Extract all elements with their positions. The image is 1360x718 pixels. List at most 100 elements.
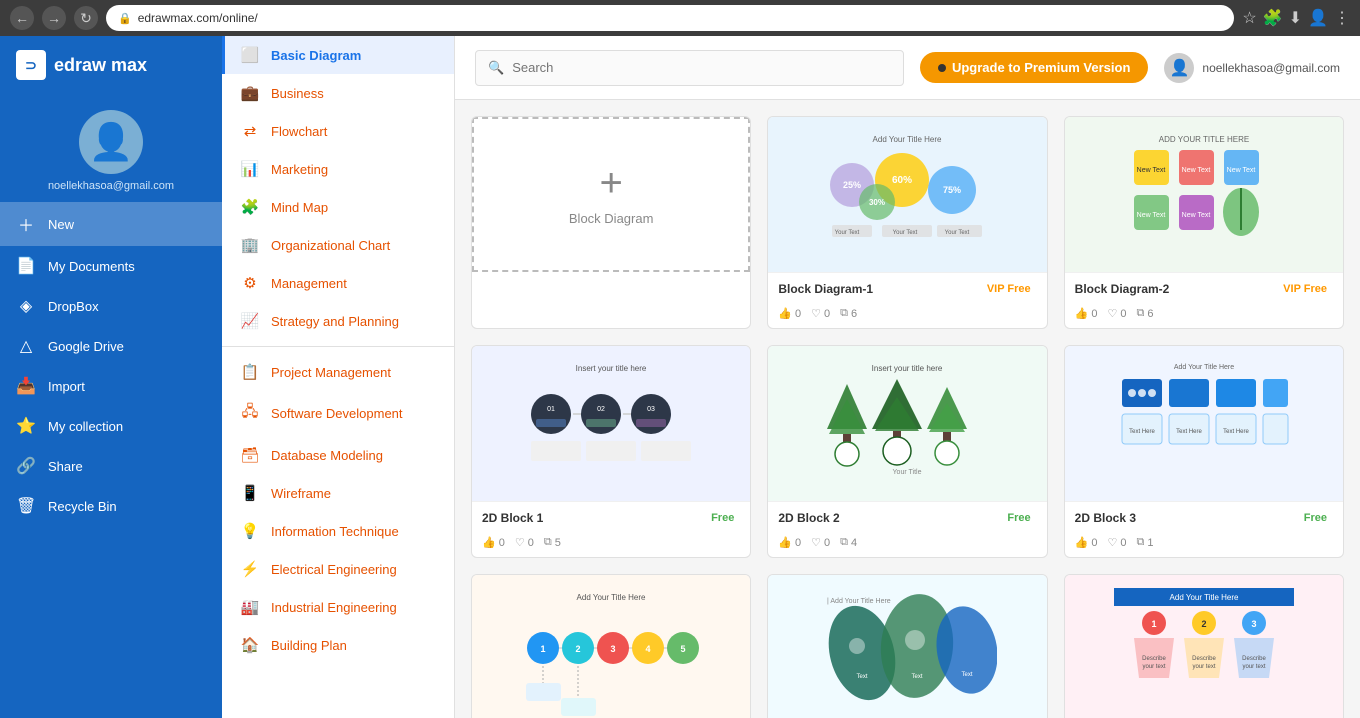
svg-text:30%: 30% bbox=[869, 198, 885, 207]
category-item-business[interactable]: 💼 Business bbox=[222, 74, 454, 112]
svg-text:Add Your Title Here: Add Your Title Here bbox=[577, 593, 646, 602]
sidebar-item-dropbox[interactable]: ◈ DropBox bbox=[0, 286, 222, 326]
svg-text:2: 2 bbox=[1201, 619, 1206, 629]
sidebar-collection-label: My collection bbox=[48, 419, 123, 434]
user-avatar-small: 👤 bbox=[1164, 53, 1194, 83]
svg-text:ADD YOUR TITLE HERE: ADD YOUR TITLE HERE bbox=[1159, 135, 1249, 144]
template-card-2dblock1[interactable]: Insert your title here 01 02 03 bbox=[471, 345, 751, 558]
new-diagram-label: Block Diagram bbox=[569, 211, 654, 226]
category-item-marketing[interactable]: 📊 Marketing bbox=[222, 150, 454, 188]
likes-2dblock1: 👍 0 bbox=[482, 536, 505, 549]
template-card-2dblock5[interactable]: | Add Your Title Here Text Text Text bbox=[767, 574, 1047, 718]
category-item-database[interactable]: 🗃 Database Modeling bbox=[222, 436, 454, 474]
2dblock5-preview: | Add Your Title Here Text Text Text bbox=[817, 588, 997, 718]
category-item-wireframe[interactable]: 📱 Wireframe bbox=[222, 474, 454, 512]
sidebar-item-new[interactable]: ＋ New bbox=[0, 202, 222, 246]
star-icon[interactable]: ☆ bbox=[1242, 8, 1256, 28]
sidebar-item-import[interactable]: 📥 Import bbox=[0, 366, 222, 406]
2dblock4-thumb: Add Your Title Here 1 2 3 4 5 bbox=[472, 575, 750, 718]
basic-diagram-icon: ⬜ bbox=[239, 46, 261, 64]
sidebar-item-my-documents[interactable]: 📄 My Documents bbox=[0, 246, 222, 286]
category-item-building-plan[interactable]: 🏠 Building Plan bbox=[222, 626, 454, 664]
category-item-software-dev[interactable]: 🖧 Software Development bbox=[222, 391, 454, 436]
upgrade-button[interactable]: Upgrade to Premium Version bbox=[920, 52, 1148, 83]
import-icon: 📥 bbox=[16, 376, 36, 396]
sidebar-item-my-collection[interactable]: ⭐ My collection bbox=[0, 406, 222, 446]
profile-icon[interactable]: 👤 bbox=[1308, 8, 1328, 28]
category-label-basic-diagram: Basic Diagram bbox=[271, 48, 361, 63]
template-badge-2dblock1: Free bbox=[705, 510, 740, 526]
google-drive-icon: △ bbox=[16, 336, 36, 356]
likes-2dblock2: 👍 0 bbox=[778, 536, 801, 549]
marketing-icon: 📊 bbox=[239, 160, 261, 178]
template-stats-2dblock2: 👍 0 ♡ 0 ⧉ 4 bbox=[768, 532, 1046, 557]
category-item-strategy[interactable]: 📈 Strategy and Planning bbox=[222, 302, 454, 340]
sidebar-item-share[interactable]: 🔗 Share bbox=[0, 446, 222, 486]
url-text: edrawmax.com/online/ bbox=[138, 11, 258, 25]
svg-text:New Text: New Text bbox=[1226, 167, 1255, 174]
svg-text:your text: your text bbox=[1242, 664, 1265, 670]
recycle-icon: 🗑 bbox=[16, 496, 36, 516]
category-label-project-mgmt: Project Management bbox=[271, 365, 391, 380]
category-item-mind-map[interactable]: 🧩 Mind Map bbox=[222, 188, 454, 226]
category-item-electrical[interactable]: ⚡ Electrical Engineering bbox=[222, 550, 454, 588]
2dblock3-preview: Add Your Title Here bbox=[1114, 359, 1294, 489]
template-badge-2dblock2: Free bbox=[1001, 510, 1036, 526]
category-item-info-tech[interactable]: 💡 Information Technique bbox=[222, 512, 454, 550]
svg-text:Text: Text bbox=[912, 674, 923, 680]
template-name-2dblock1: 2D Block 1 bbox=[482, 511, 543, 525]
svg-text:01: 01 bbox=[547, 406, 555, 413]
sidebar: ⊃ edraw max 👤 noellekhasoa@gmail.com ＋ N… bbox=[0, 36, 222, 718]
sidebar-user-email: noellekhasoa@gmail.com bbox=[40, 180, 182, 192]
svg-text:Text Here: Text Here bbox=[1223, 429, 1249, 435]
template-card-block-diagram-1[interactable]: Add Your Title Here 25% 60% 30% 75% bbox=[767, 116, 1047, 329]
search-bar[interactable]: 🔍 bbox=[475, 50, 904, 86]
svg-text:Describe: Describe bbox=[1192, 656, 1216, 662]
header-user-email: noellekhasoa@gmail.com bbox=[1202, 61, 1340, 75]
template-card-2dblock3[interactable]: Add Your Title Here bbox=[1064, 345, 1344, 558]
download-icon[interactable]: ⬇ bbox=[1289, 8, 1302, 28]
url-bar[interactable]: 🔒 edrawmax.com/online/ bbox=[106, 5, 1234, 31]
category-item-management[interactable]: ⚙ Management bbox=[222, 264, 454, 302]
category-label-database: Database Modeling bbox=[271, 448, 383, 463]
sidebar-item-google-drive[interactable]: △ Google Drive bbox=[0, 326, 222, 366]
forward-button[interactable]: → bbox=[42, 6, 66, 30]
favorites-2dblock2: ♡ 0 bbox=[811, 536, 830, 549]
category-label-industrial: Industrial Engineering bbox=[271, 600, 397, 615]
category-label-software-dev: Software Development bbox=[271, 406, 403, 421]
block-diagram-1-thumb: Add Your Title Here 25% 60% 30% 75% bbox=[768, 117, 1046, 272]
category-item-flowchart[interactable]: ⇄ Flowchart bbox=[222, 112, 454, 150]
svg-text:1: 1 bbox=[541, 644, 546, 654]
back-button[interactable]: ← bbox=[10, 6, 34, 30]
svg-text:New Text: New Text bbox=[1136, 212, 1165, 219]
category-item-basic-diagram[interactable]: ⬜ Basic Diagram bbox=[222, 36, 454, 74]
category-item-project-management[interactable]: 📋 Project Management bbox=[222, 353, 454, 391]
extension-icon[interactable]: 🧩 bbox=[1263, 8, 1283, 28]
browser-chrome: ← → ↻ 🔒 edrawmax.com/online/ ☆ 🧩 ⬇ 👤 ⋮ bbox=[0, 0, 1360, 36]
svg-text:60%: 60% bbox=[892, 175, 912, 186]
category-item-org-chart[interactable]: 🏢 Organizational Chart bbox=[222, 226, 454, 264]
2dblock6-preview: Add Your Title Here 1 2 3 Describe bbox=[1114, 588, 1294, 718]
menu-icon[interactable]: ⋮ bbox=[1334, 8, 1350, 28]
svg-text:2: 2 bbox=[576, 644, 581, 654]
refresh-button[interactable]: ↻ bbox=[74, 6, 98, 30]
copies-bd2: ⧉ 6 bbox=[1136, 307, 1153, 320]
svg-text:02: 02 bbox=[597, 406, 605, 413]
template-card-2dblock4[interactable]: Add Your Title Here 1 2 3 4 5 bbox=[471, 574, 751, 718]
new-diagram-card[interactable]: + Block Diagram bbox=[471, 116, 751, 329]
search-input[interactable] bbox=[512, 60, 891, 75]
sidebar-item-recycle-bin[interactable]: 🗑 Recycle Bin bbox=[0, 486, 222, 526]
category-item-industrial[interactable]: 🏭 Industrial Engineering bbox=[222, 588, 454, 626]
template-card-2dblock6[interactable]: Add Your Title Here 1 2 3 Describe bbox=[1064, 574, 1344, 718]
category-label-business: Business bbox=[271, 86, 324, 101]
new-icon: ＋ bbox=[16, 212, 36, 236]
template-footer-bd1: Block Diagram-1 VIP Free bbox=[768, 272, 1046, 303]
favorites-2dblock1: ♡ 0 bbox=[515, 536, 534, 549]
svg-text:1: 1 bbox=[1151, 619, 1156, 629]
template-card-2dblock2[interactable]: Insert your title here bbox=[767, 345, 1047, 558]
template-card-block-diagram-2[interactable]: ADD YOUR TITLE HERE New Text New Text Ne… bbox=[1064, 116, 1344, 329]
category-label-flowchart: Flowchart bbox=[271, 124, 327, 139]
svg-text:Text Here: Text Here bbox=[1129, 429, 1155, 435]
template-name-2dblock2: 2D Block 2 bbox=[778, 511, 839, 525]
likes-2dblock3: 👍 0 bbox=[1075, 536, 1098, 549]
